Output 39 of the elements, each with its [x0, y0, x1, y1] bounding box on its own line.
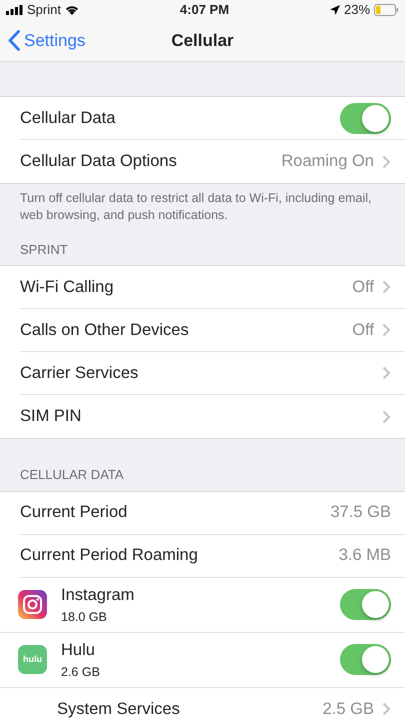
settings-row[interactable]: Cellular Data Options Roaming On: [20, 140, 405, 183]
battery-icon: [374, 4, 400, 16]
row-value: 37.5 GB: [330, 502, 391, 524]
settings-row[interactable]: Carrier Services: [20, 352, 405, 396]
section-header: CELLULAR DATA: [19, 466, 125, 484]
camera-app-icon: [18, 590, 47, 620]
app-logo: hulu: [18, 645, 47, 674]
back-button[interactable]: Settings: [8, 28, 86, 54]
row-value: 3.6 MB: [338, 545, 391, 566]
chevron-icon: [382, 323, 391, 338]
signal-icon: [6, 5, 23, 15]
toggle-switch[interactable]: [340, 589, 391, 620]
toggle-switch[interactable]: [340, 102, 391, 134]
app-name: Instagram: [61, 585, 136, 606]
toggle-switch[interactable]: [340, 644, 391, 676]
section-header: SPRINT: [19, 240, 69, 259]
data-usage: 18.0 GB: [61, 608, 108, 626]
settings-row[interactable]: Calls on Other Devices Off: [20, 309, 405, 352]
chevron-icon: [382, 154, 391, 168]
settings-row[interactable]: System Services 2.5 GB: [57, 688, 405, 720]
wifi-icon: [64, 5, 79, 15]
chevron-icon: [382, 366, 391, 380]
data-usage: 2.6 GB: [61, 664, 101, 681]
settings-row[interactable]: SIM PIN: [20, 395, 405, 438]
settings-row[interactable]: Wi-Fi Calling Off: [20, 266, 405, 310]
chevron-icon: [382, 702, 391, 716]
page-title: Cellular: [171, 30, 234, 52]
section-footer: Turn off cellular data to restrict all data to Wi-Fi, including email, web browsing, and push notifications.: [0, 184, 405, 224]
chevron-icon: [382, 410, 391, 424]
chevron-icon: [382, 280, 391, 294]
location-icon: [330, 5, 340, 15]
carrier-name: Sprint: [27, 1, 61, 20]
app-name: Hulu: [61, 640, 96, 661]
battery-percent: 23%: [344, 1, 370, 20]
back-chevron-icon: [8, 30, 20, 51]
row-label: Current Period Roaming: [20, 545, 199, 566]
status-time: 4:07 PM: [180, 1, 230, 20]
row-label: Current Period: [20, 502, 128, 524]
row-label: Cellular Data: [20, 108, 116, 129]
